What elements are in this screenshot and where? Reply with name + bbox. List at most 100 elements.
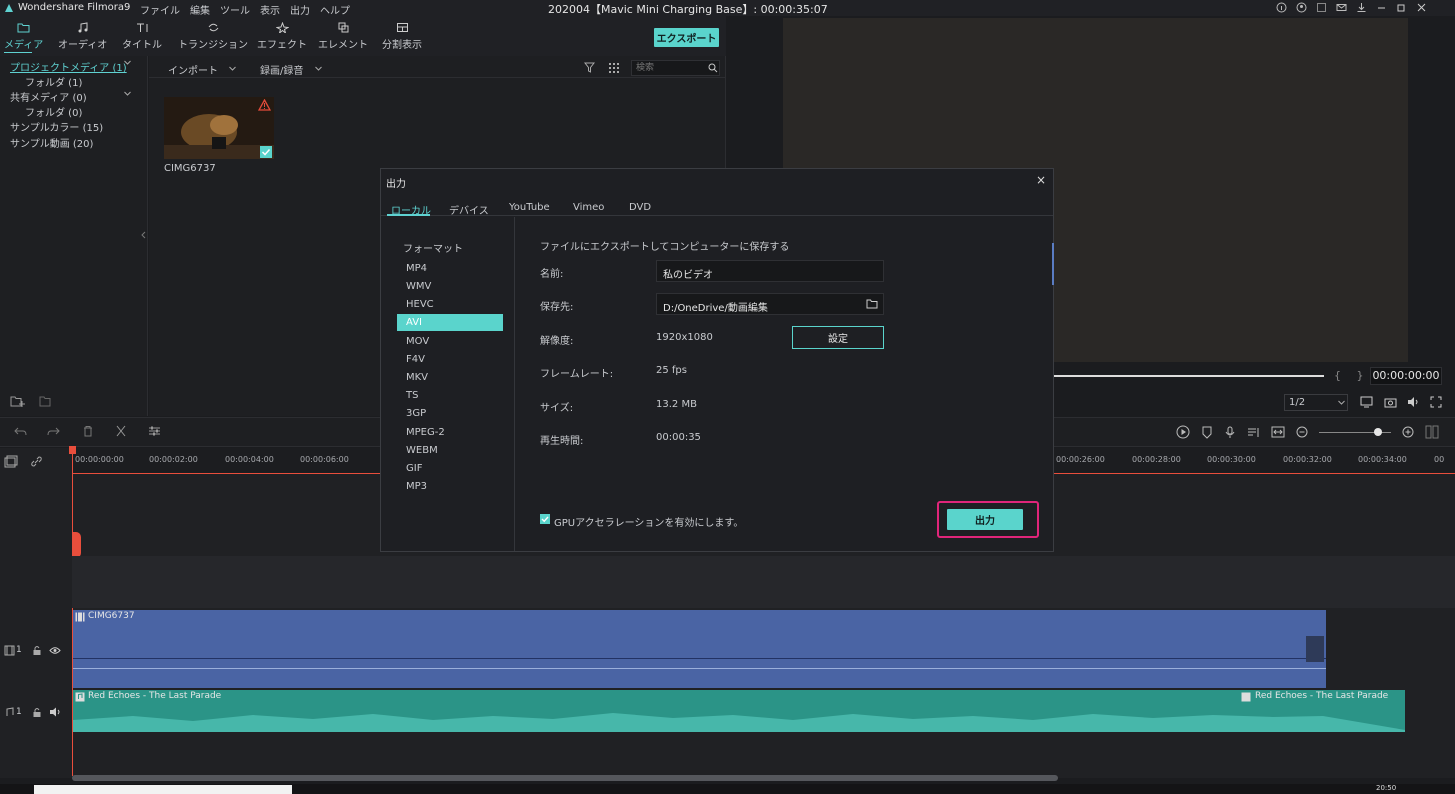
lock-icon[interactable] xyxy=(32,707,42,718)
link-icon[interactable] xyxy=(30,455,43,468)
media-thumbnail[interactable] xyxy=(164,97,274,159)
menu-edit[interactable]: 編集 xyxy=(190,2,210,17)
marker-icon[interactable] xyxy=(1201,426,1213,439)
tab-title[interactable]: タイトル xyxy=(122,22,162,56)
tab-dvd[interactable]: DVD xyxy=(629,202,651,213)
quality-select[interactable]: 1/2 xyxy=(1284,394,1348,411)
trash-icon[interactable] xyxy=(82,425,94,437)
menu-view[interactable]: 表示 xyxy=(260,2,280,17)
audio-clip[interactable]: Red Echoes - The Last Parade Red Echoes … xyxy=(73,690,1405,732)
browse-folder-icon[interactable] xyxy=(866,299,878,309)
format-mpeg2[interactable]: MPEG-2 xyxy=(397,424,503,441)
format-mov[interactable]: MOV xyxy=(397,333,503,350)
search-icon[interactable] xyxy=(708,63,718,73)
menu-help[interactable]: ヘルプ xyxy=(320,2,350,17)
lock-icon[interactable] xyxy=(32,645,42,656)
tree-project-media[interactable]: プロジェクトメディア (1) xyxy=(10,59,127,74)
format-f4v[interactable]: F4V xyxy=(397,351,503,368)
format-hevc[interactable]: HEVC xyxy=(397,296,503,313)
info-icon[interactable] xyxy=(1276,2,1287,13)
tree-folder-1[interactable]: フォルダ (1) xyxy=(25,74,82,89)
snapshot-icon[interactable] xyxy=(1384,396,1397,408)
delete-folder-icon[interactable] xyxy=(39,395,54,408)
tab-split-screen[interactable]: 分割表示 xyxy=(382,22,422,56)
export-submit-button[interactable]: 出力 xyxy=(947,509,1023,530)
chevron-down-icon[interactable] xyxy=(123,89,132,98)
new-folder-icon[interactable] xyxy=(10,395,25,408)
save-location-field[interactable]: D:/OneDrive/動画編集 xyxy=(656,293,884,315)
chevron-down-icon[interactable] xyxy=(314,64,323,73)
redo-icon[interactable] xyxy=(47,426,60,437)
tab-effects[interactable]: エフェクト xyxy=(257,22,307,56)
search-input[interactable] xyxy=(636,62,700,74)
speaker-icon[interactable] xyxy=(49,707,61,717)
fullscreen-icon[interactable] xyxy=(1430,396,1442,408)
tree-shared-media[interactable]: 共有メディア (0) xyxy=(10,89,87,104)
clip-trim-handle[interactable] xyxy=(1306,636,1324,662)
export-button[interactable]: エクスポート xyxy=(654,28,719,47)
render-preview-icon[interactable] xyxy=(1176,425,1190,439)
format-mkv[interactable]: MKV xyxy=(397,369,503,386)
save-icon[interactable] xyxy=(1316,2,1327,13)
format-gif[interactable]: GIF xyxy=(397,460,503,477)
account-icon[interactable] xyxy=(1296,2,1307,13)
tab-transition[interactable]: トランジション xyxy=(178,22,248,56)
format-ts[interactable]: TS xyxy=(397,387,503,404)
format-webm[interactable]: WEBM xyxy=(397,442,503,459)
collapse-panel-icon[interactable] xyxy=(141,231,146,239)
menu-file[interactable]: ファイル xyxy=(140,2,180,17)
display-settings-icon[interactable] xyxy=(1360,396,1375,408)
close-dialog-icon[interactable]: × xyxy=(1036,173,1046,187)
chevron-down-icon[interactable] xyxy=(123,58,132,67)
zoom-in-icon[interactable] xyxy=(1402,426,1414,438)
tree-sample-videos[interactable]: サンプル動画 (20) xyxy=(10,135,93,150)
tree-sample-colors[interactable]: サンプルカラー (15) xyxy=(10,119,103,134)
tree-folder-2[interactable]: フォルダ (0) xyxy=(25,104,82,119)
playhead-handle[interactable] xyxy=(69,446,76,454)
format-avi[interactable]: AVI xyxy=(397,314,503,331)
volume-icon[interactable] xyxy=(1407,396,1420,408)
mail-icon[interactable] xyxy=(1336,2,1347,13)
settings-button[interactable]: 設定 xyxy=(792,326,884,349)
tab-elements[interactable]: エレメント xyxy=(318,22,368,56)
fit-timeline-icon[interactable] xyxy=(1271,426,1285,438)
mark-in-out[interactable]: { } xyxy=(1334,369,1370,382)
tab-device[interactable]: デバイス xyxy=(449,202,489,217)
name-field[interactable]: 私のビデオ xyxy=(656,260,884,282)
close-icon[interactable] xyxy=(1416,2,1427,13)
format-wmv[interactable]: WMV xyxy=(397,278,503,295)
menu-export[interactable]: 出力 xyxy=(290,2,310,17)
minimize-icon[interactable] xyxy=(1376,2,1387,13)
maximize-icon[interactable] xyxy=(1396,2,1407,13)
add-track-icon[interactable] xyxy=(4,455,18,468)
format-mp3[interactable]: MP3 xyxy=(397,478,503,495)
cut-icon[interactable] xyxy=(115,425,127,437)
eye-icon[interactable] xyxy=(49,646,61,655)
chevron-down-icon[interactable] xyxy=(228,64,237,73)
import-dropdown[interactable]: インポート xyxy=(168,62,218,77)
taskbar-search[interactable] xyxy=(34,785,292,794)
tab-youtube[interactable]: YouTube xyxy=(509,202,550,213)
undo-icon[interactable] xyxy=(14,426,27,437)
playhead-drag-tab[interactable] xyxy=(72,532,81,558)
format-mp4[interactable]: MP4 xyxy=(397,260,503,277)
gpu-checkbox[interactable] xyxy=(540,514,550,524)
format-3gp[interactable]: 3GP xyxy=(397,405,503,422)
microphone-icon[interactable] xyxy=(1224,426,1236,439)
menu-tools[interactable]: ツール xyxy=(220,2,250,17)
tab-audio[interactable]: オーディオ xyxy=(58,22,107,56)
tab-media[interactable]: メディア xyxy=(4,22,43,56)
adjust-icon[interactable] xyxy=(148,425,161,437)
timeline-scrollbar[interactable] xyxy=(72,775,1058,781)
grid-view-icon[interactable] xyxy=(608,62,619,73)
record-dropdown[interactable]: 録画/録音 xyxy=(260,62,303,77)
video-clip[interactable]: CIMG6737 xyxy=(73,610,1326,688)
download-icon[interactable] xyxy=(1356,2,1367,13)
panel-toggle-icon[interactable] xyxy=(1425,425,1439,439)
preview-progress-bar[interactable] xyxy=(1054,375,1324,377)
zoom-slider[interactable] xyxy=(1319,426,1391,438)
zoom-out-icon[interactable] xyxy=(1296,426,1308,438)
tab-vimeo[interactable]: Vimeo xyxy=(573,202,604,213)
voiceover-list-icon[interactable] xyxy=(1247,426,1260,439)
filter-icon[interactable] xyxy=(584,62,595,73)
